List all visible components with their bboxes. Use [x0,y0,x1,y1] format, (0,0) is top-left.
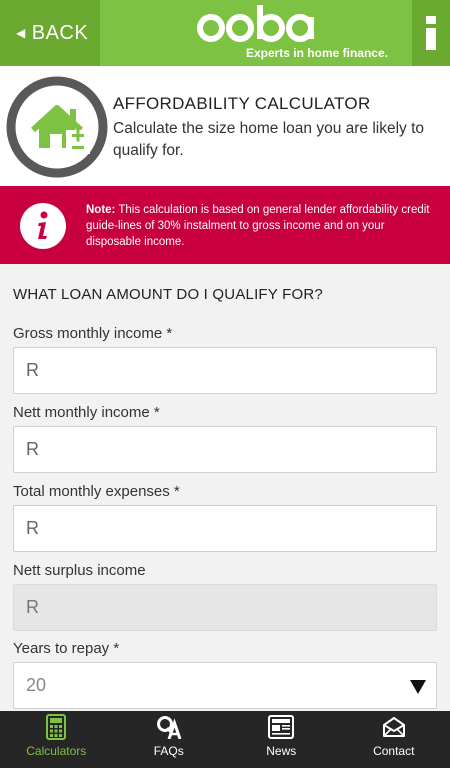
note-label: Note: [86,204,116,216]
surplus-label: Nett surplus income [13,562,146,579]
bottom-nav: Calculators FAQs News Contact [0,711,450,768]
calculator-title: AFFORDABILITY CALCULATOR [113,94,371,113]
dropdown-caret-icon [410,680,426,694]
nav-contact-label: Contact [373,744,415,758]
years-value: 20 [26,675,47,695]
newspaper-icon [268,714,295,740]
nav-faqs-label: FAQs [153,744,184,758]
back-label: BACK [31,21,89,44]
nav-contact[interactable]: Contact [338,711,450,768]
gross-income-input[interactable]: R [13,347,437,394]
envelope-icon [382,714,406,740]
note-text: Note: This calculation is based on gener… [86,202,440,250]
info-icon [426,16,436,50]
note-body: This calculation is based on general len… [86,204,430,248]
expenses-label: Total monthly expenses * [13,483,180,500]
info-icon [20,203,66,249]
house-plus-minus-icon [6,76,108,178]
surplus-output: R [13,584,437,631]
info-button[interactable] [412,0,450,66]
years-select[interactable]: 20 [13,662,437,709]
nav-news[interactable]: News [225,711,338,768]
nav-faqs[interactable]: FAQs [113,711,226,768]
loan-form: WHAT LOAN AMOUNT DO I QUALIFY FOR? Gross… [0,264,450,712]
gross-income-label: Gross monthly income * [13,325,173,342]
qa-icon [156,714,182,740]
nett-income-label: Nett monthly income * [13,404,160,421]
nav-news-label: News [266,744,297,758]
ooba-logo [197,5,314,42]
back-button[interactable]: ◀ BACK [0,0,100,66]
note-banner: Note: This calculation is based on gener… [0,186,450,264]
app-header: ◀ BACK Experts in home finance. [0,0,450,66]
calculator-icon [46,714,67,740]
calculator-intro: AFFORDABILITY CALCULATOR Calculate the s… [0,66,450,186]
nett-income-input[interactable]: R [13,426,437,473]
years-label: Years to repay * [13,640,120,657]
nav-calculators[interactable]: Calculators [0,711,113,768]
expenses-input[interactable]: R [13,505,437,552]
section-title: WHAT LOAN AMOUNT DO I QUALIFY FOR? [13,286,323,303]
back-arrow-icon: ◀ [16,26,26,40]
nav-calculators-label: Calculators [26,744,87,758]
tagline: Experts in home finance. [245,46,388,60]
calculator-description: Calculate the size home loan you are lik… [113,120,425,159]
